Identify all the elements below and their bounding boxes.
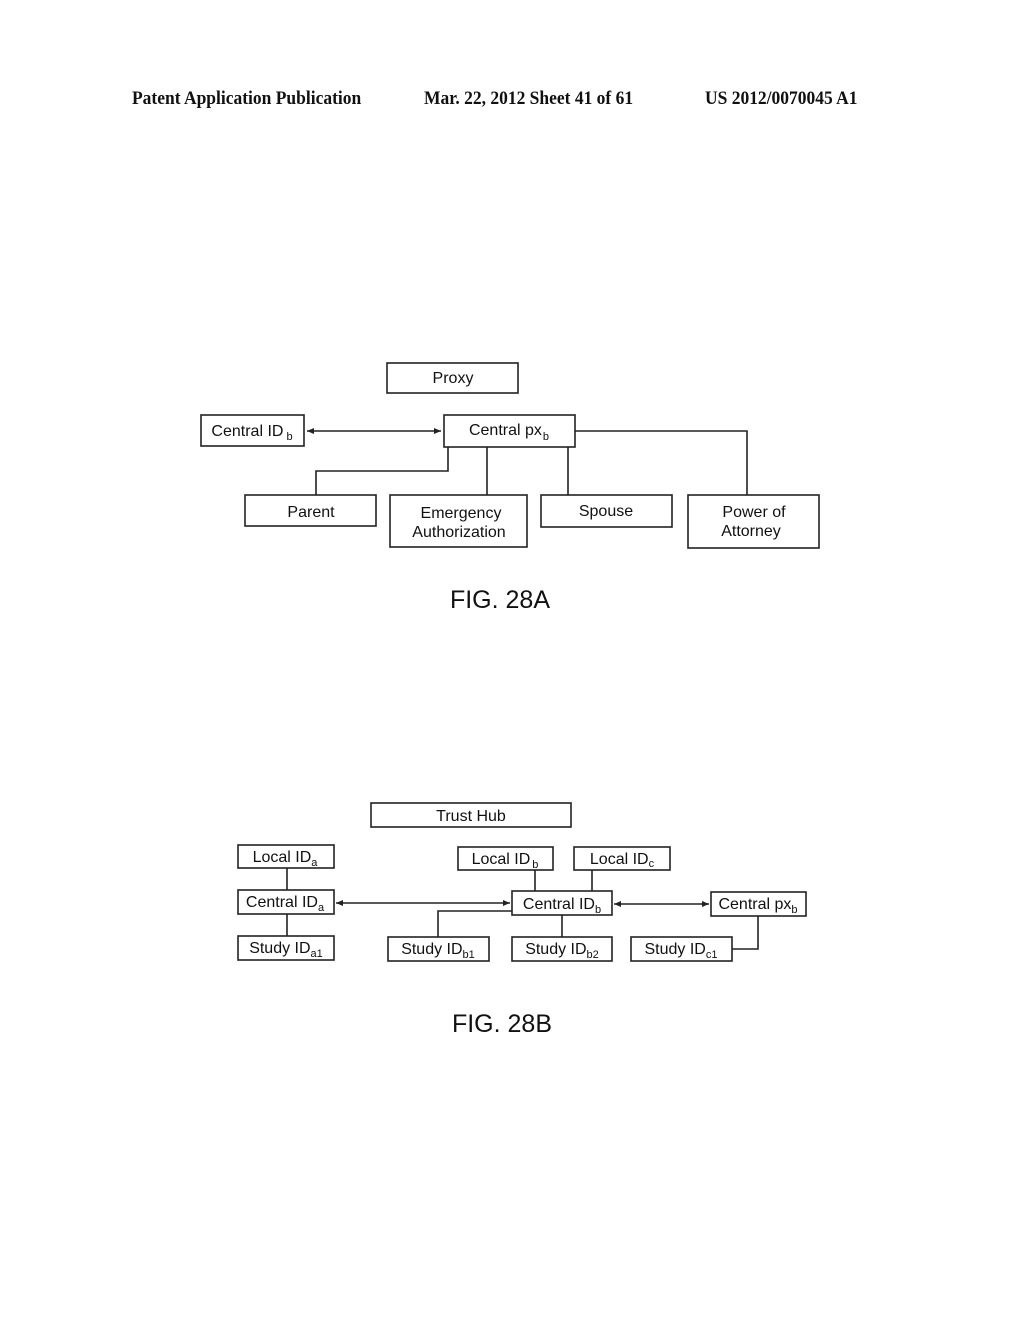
fig-28a: Proxy Central ID b Central pxb Parent Eme… [200, 362, 820, 614]
node-parent-label: Parent [287, 504, 335, 521]
node-local-id-a-label: Local ID [253, 849, 312, 866]
node-trust-hub-label: Trust Hub [436, 808, 506, 825]
node-spouse-label: Spouse [579, 503, 633, 520]
node-local-id-b: Local ID b [457, 846, 554, 871]
node-central-id-a-label: Central ID [246, 894, 318, 911]
node-central-id-a: Central IDa [237, 889, 335, 915]
svg-text:Local IDc: Local IDc [590, 851, 655, 870]
edge-central-px-b-to-parent [315, 447, 449, 495]
node-local-id-b-subscript: b [532, 859, 538, 871]
node-central-px-b-subscript: b [543, 431, 549, 443]
node-study-id-b1-subscript: b1 [463, 949, 475, 961]
node-proxy: Proxy [386, 362, 519, 394]
node-poa-label-line2: Attorney [721, 523, 781, 540]
fig-28b-caption: FIG. 28B [452, 1010, 552, 1038]
node-central-id-b-28b: Central IDb [511, 890, 613, 916]
node-central-id-b-label: Central ID [211, 423, 283, 440]
node-central-id-a-subscript: a [318, 902, 325, 914]
patent-diagram: Proxy Central ID b Central pxb Parent Eme… [200, 362, 820, 1038]
node-central-px-b-28b-label: Central px [718, 896, 791, 913]
edge-central-px-b-to-study-id-c1 [732, 916, 759, 950]
node-central-px-b-28b-subscript: b [791, 904, 797, 916]
node-central-id-b-subscript: b [286, 431, 292, 443]
node-study-id-b2: Study IDb2 [511, 936, 613, 962]
node-local-id-a-subscript: a [311, 857, 318, 869]
node-central-px-b-label: Central px [469, 422, 542, 439]
node-local-id-a: Local IDa [237, 844, 335, 869]
edge-central-px-b-to-poa [575, 430, 748, 495]
node-study-id-c1-subscript: c1 [706, 949, 718, 961]
fig-28b: Trust Hub Local IDa Central IDa Study ID… [237, 802, 807, 1038]
node-study-id-b2-label: Study ID [525, 941, 586, 958]
node-local-id-c-subscript: c [649, 858, 655, 870]
node-emergency-label-line2: Authorization [412, 524, 505, 541]
node-study-id-c1: Study IDc1 [630, 936, 733, 962]
node-local-id-c-label: Local ID [590, 851, 649, 868]
node-central-id-b: Central ID b [200, 414, 305, 447]
node-study-id-b2-subscript: b2 [587, 949, 599, 961]
node-spouse: Spouse [540, 494, 673, 528]
node-central-id-b-28b-label: Central ID [523, 896, 595, 913]
node-central-px-b-28b: Central pxb [710, 891, 807, 917]
node-study-id-a1-subscript: a1 [311, 948, 323, 960]
node-study-id-a1: Study IDa1 [237, 935, 335, 961]
node-central-id-b-28b-subscript: b [595, 904, 601, 916]
node-study-id-a1-label: Study ID [249, 940, 310, 957]
node-emergency-authorization: Emergency Authorization [389, 494, 528, 548]
node-study-id-b1-label: Study ID [401, 941, 462, 958]
node-central-px-b: Central pxb [443, 414, 576, 448]
node-proxy-label: Proxy [433, 370, 474, 387]
node-study-id-b1: Study IDb1 [387, 936, 490, 962]
fig-28a-caption: FIG. 28A [450, 586, 550, 614]
edge-central-id-b-to-study-id-b1 [437, 910, 512, 937]
node-power-of-attorney: Power of Attorney [687, 494, 820, 549]
node-local-id-b-label: Local ID [472, 851, 531, 868]
node-parent: Parent [244, 494, 377, 527]
node-trust-hub: Trust Hub [370, 802, 572, 828]
node-emergency-label-line1: Emergency [421, 505, 502, 522]
node-local-id-c: Local IDc [573, 846, 671, 871]
node-study-id-c1-label: Study ID [645, 941, 706, 958]
node-poa-label-line1: Power of [722, 504, 786, 521]
